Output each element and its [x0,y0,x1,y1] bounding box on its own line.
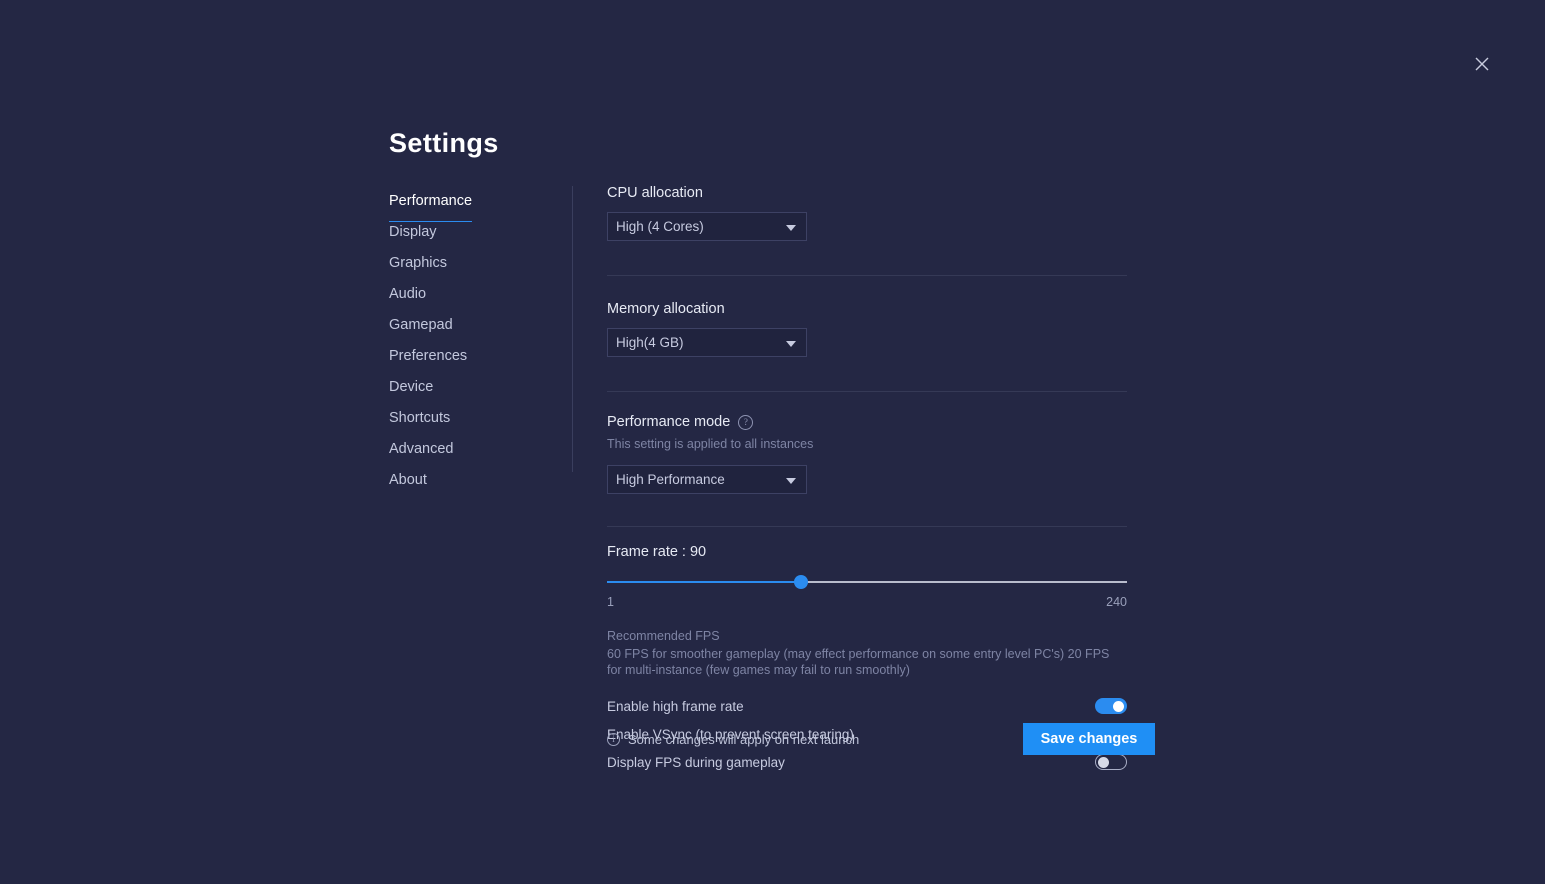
settings-sidebar: Performance Display Graphics Audio Gamep… [389,191,559,501]
save-changes-button[interactable]: Save changes [1023,723,1155,755]
toggle-knob [1113,701,1124,712]
performance-mode-section: Performance mode ? This setting is appli… [607,414,1127,494]
memory-allocation-select[interactable]: High(4 GB) [607,328,807,357]
section-divider [607,526,1127,527]
settings-content: CPU allocation High (4 Cores) Memory all… [607,185,1127,776]
sidebar-item-graphics[interactable]: Graphics [389,253,447,284]
sidebar-item-label: Preferences [389,348,468,364]
sidebar-item-about[interactable]: About [389,470,427,501]
sidebar-item-performance[interactable]: Performance [389,191,473,222]
sidebar-item-audio[interactable]: Audio [389,284,426,315]
settings-footer: i Some changes will apply on next launch… [607,723,1155,755]
toggle-high-frame-rate[interactable] [1095,698,1127,714]
slider-range-labels: 1 240 [607,595,1127,609]
slider-handle[interactable] [793,575,808,589]
launch-note-text: Some changes will apply on next launch [628,731,860,747]
frame-rate-section: Frame rate : 90 1 240 [607,544,1127,609]
memory-allocation-label: Memory allocation [607,301,725,317]
performance-mode-header: Performance mode ? [607,414,1127,430]
settings-window: Settings Performance Display Graphics Au… [0,0,1545,884]
sidebar-item-label: Gamepad [389,317,453,333]
section-divider [607,275,1127,276]
sidebar-item-label: Display [389,224,437,240]
sidebar-divider [572,186,573,472]
sidebar-item-label: Shortcuts [389,410,451,426]
performance-mode-note: This setting is applied to all instances [607,437,814,451]
section-divider [607,391,1127,392]
sidebar-item-advanced[interactable]: Advanced [389,439,454,470]
frame-rate-slider[interactable] [607,572,1127,592]
info-circle-icon: i [607,732,620,746]
toggle-row-high-frame-rate: Enable high frame rate [607,692,1127,720]
performance-mode-select[interactable]: High Performance [607,465,807,494]
cpu-allocation-select[interactable]: High (4 Cores) [607,212,807,241]
sidebar-item-label: Advanced [389,441,454,457]
frame-rate-label: Frame rate : 90 [607,544,707,560]
memory-allocation-section: Memory allocation High(4 GB) [607,301,1127,357]
recommended-fps-body: 60 FPS for smoother gameplay (may effect… [607,647,1110,677]
sidebar-item-label: About [389,472,427,488]
sidebar-item-label: Performance [389,193,473,209]
sidebar-item-device[interactable]: Device [389,377,433,408]
toggle-display-fps[interactable] [1095,754,1127,770]
toggle-label: Display FPS during gameplay [607,754,785,770]
recommended-fps-title: Recommended FPS [607,629,720,643]
sidebar-item-label: Device [389,379,434,395]
sidebar-item-label: Graphics [389,255,448,271]
chevron-down-icon [786,225,796,231]
slider-min-label: 1 [607,595,614,609]
memory-allocation-value: High(4 GB) [616,335,684,350]
sidebar-item-gamepad[interactable]: Gamepad [389,315,453,346]
sidebar-item-label: Audio [389,286,427,302]
sidebar-item-display[interactable]: Display [389,222,437,253]
chevron-down-icon [786,341,796,347]
slider-max-label: 240 [1106,595,1127,609]
slider-fill [607,581,801,583]
cpu-allocation-label: CPU allocation [607,185,703,201]
launch-note: i Some changes will apply on next launch [607,732,859,747]
sidebar-item-shortcuts[interactable]: Shortcuts [389,408,450,439]
chevron-down-icon [786,478,796,484]
cpu-allocation-value: High (4 Cores) [616,219,704,234]
help-circle-icon[interactable]: ? [738,414,754,430]
cpu-allocation-section: CPU allocation High (4 Cores) [607,185,1127,241]
toggle-label: Enable high frame rate [607,698,744,714]
performance-mode-label: Performance mode [607,414,731,430]
toggle-knob [1098,757,1109,768]
page-title: Settings [389,128,499,158]
close-icon[interactable] [1468,50,1496,78]
sidebar-item-preferences[interactable]: Preferences [389,346,467,377]
performance-mode-value: High Performance [616,472,725,487]
